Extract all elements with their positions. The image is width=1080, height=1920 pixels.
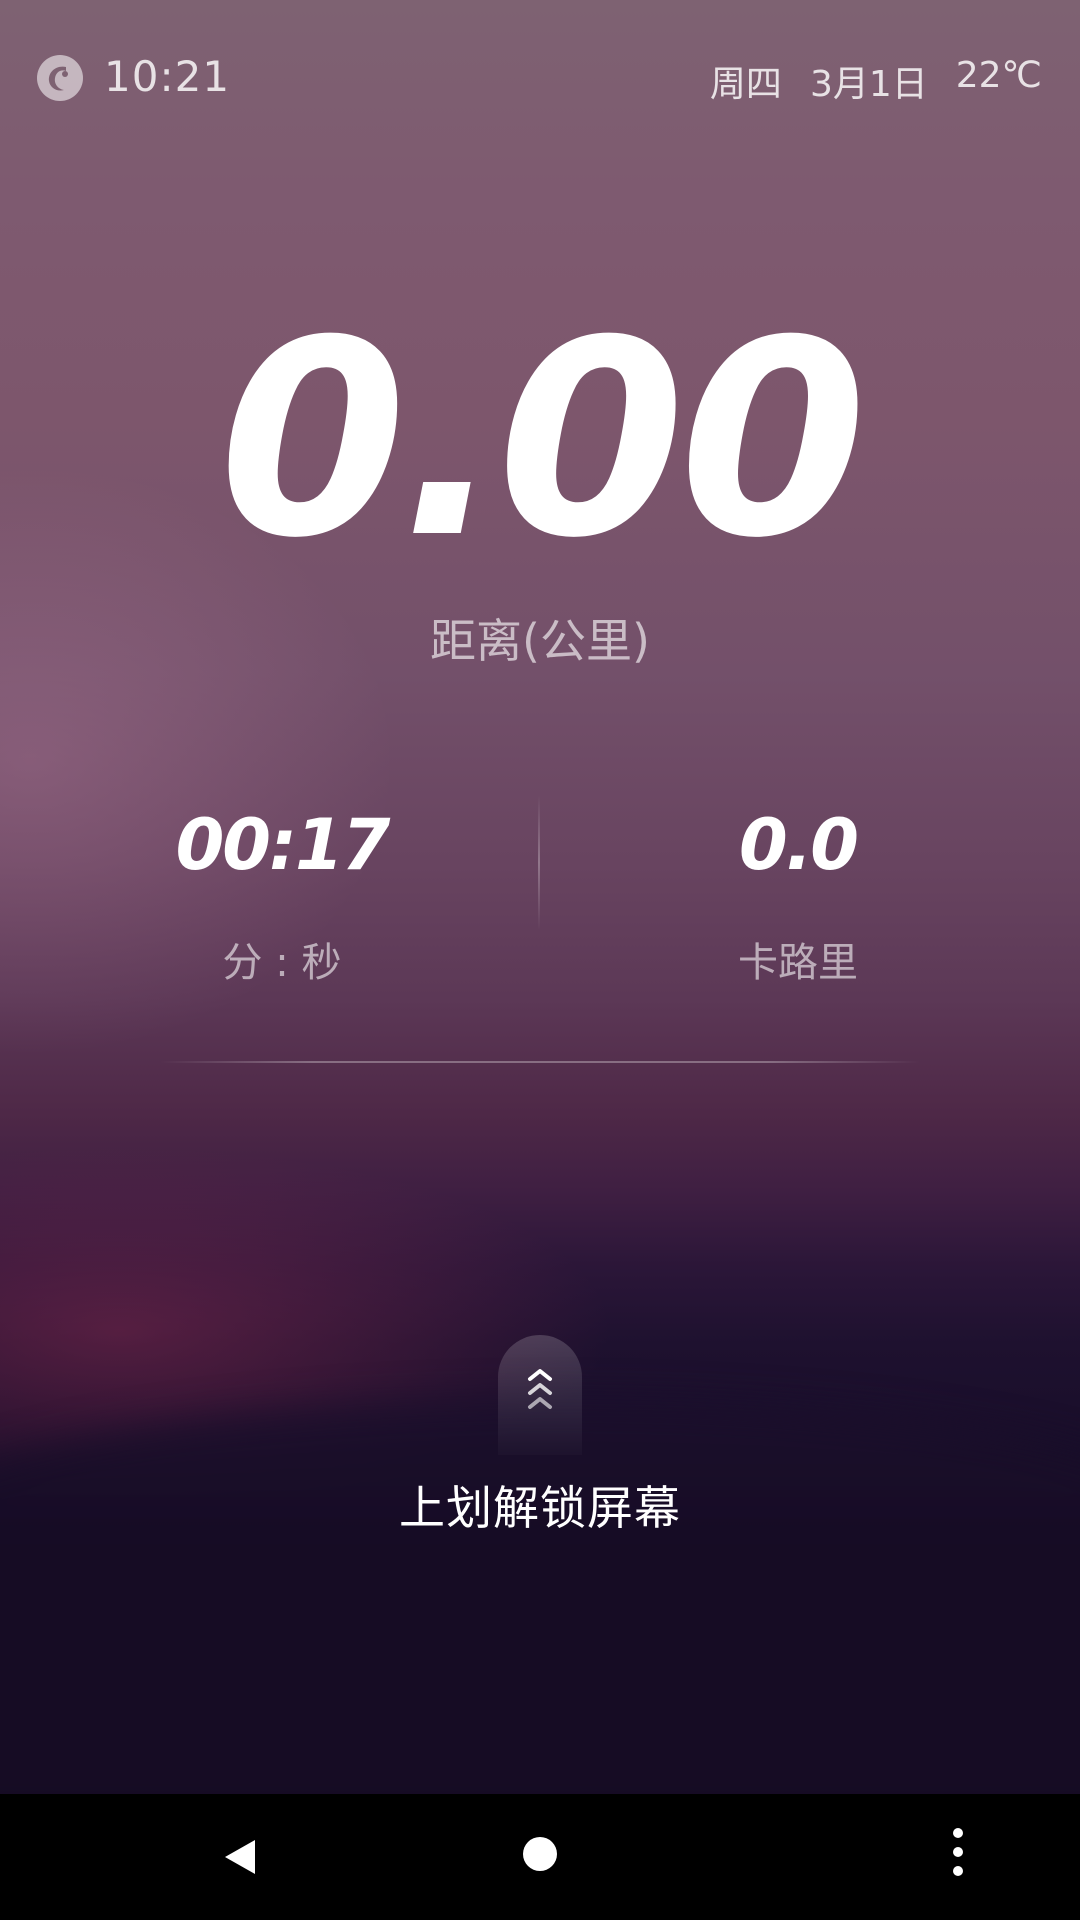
duration-value: 00:17 xyxy=(175,804,391,886)
calories-label: 卡路里 xyxy=(738,940,858,986)
navigation-bar xyxy=(0,1794,1080,1920)
distance-label: 距离(公里) xyxy=(430,614,650,668)
unlock-handle[interactable] xyxy=(498,1335,582,1455)
temperature: 22℃ xyxy=(955,55,1042,96)
unlock-hint: 上划解锁屏幕 xyxy=(399,1481,681,1535)
duration-stat: 00:17 分 : 秒 xyxy=(12,810,552,988)
duration-label: 分 : 秒 xyxy=(222,940,342,986)
calories-stat: 0.0 卡路里 xyxy=(528,810,1068,988)
overflow-menu-icon[interactable] xyxy=(940,1824,976,1880)
lock-screen: 10:21 周四 3月1日 22℃ 0.00 距离(公里) 00:17 分 : … xyxy=(0,0,1080,1920)
clock: 10:21 xyxy=(104,52,231,101)
app-logo-icon xyxy=(37,55,83,101)
background-hill xyxy=(0,1400,1080,1820)
back-icon[interactable] xyxy=(215,1832,265,1882)
weekday: 周四 xyxy=(709,64,782,105)
home-icon[interactable] xyxy=(520,1834,560,1874)
distance-value: 0.00 xyxy=(218,282,867,597)
status-info: 周四 3月1日 22℃ xyxy=(710,55,1042,107)
date: 3月1日 xyxy=(809,64,928,105)
status-bar: 10:21 周四 3月1日 22℃ xyxy=(0,0,1080,150)
chevrons-up-icon xyxy=(528,1369,552,1409)
calories-value: 0.0 xyxy=(738,804,859,886)
section-divider xyxy=(160,1061,920,1063)
